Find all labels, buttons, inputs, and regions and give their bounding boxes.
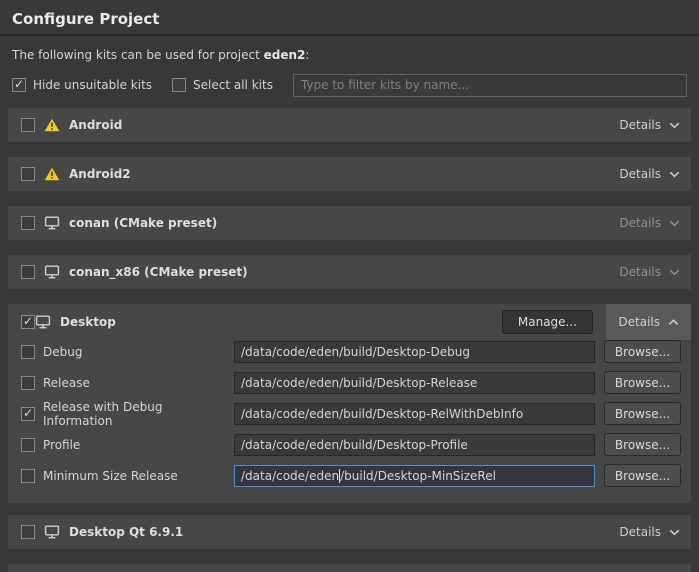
build-dir-input[interactable]: /data/code/eden/build/Desktop-RelWithDeb…	[234, 403, 595, 425]
details-button-disabled: Details	[619, 216, 680, 230]
chevron-down-icon	[661, 269, 680, 276]
select-all-label: Select all kits	[193, 78, 273, 92]
kit-checkbox[interactable]: ✓	[21, 118, 35, 132]
kit-filter-input[interactable]	[293, 74, 687, 97]
kit-panel-desktop: ✓ Desktop Manage... Details ✓ Debug /dat…	[8, 304, 691, 503]
hide-unsuitable-kits-option[interactable]: ✓ Hide unsuitable kits	[12, 78, 152, 92]
config-checkbox[interactable]: ✓	[21, 345, 35, 359]
kit-name: Android	[69, 118, 122, 132]
kit-checkbox[interactable]: ✓	[21, 525, 35, 539]
kit-row-conan: ✓ conan (CMake preset) Details	[8, 206, 691, 240]
desktop-icon	[35, 315, 51, 329]
warning-icon	[44, 167, 60, 181]
details-button[interactable]: Details	[619, 118, 680, 132]
kit-name: conan_x86 (CMake preset)	[69, 265, 248, 279]
hide-unsuitable-checkbox[interactable]: ✓	[12, 78, 26, 92]
hide-unsuitable-label: Hide unsuitable kits	[33, 78, 152, 92]
config-checkbox[interactable]: ✓	[21, 407, 35, 421]
config-checkbox[interactable]: ✓	[21, 438, 35, 452]
browse-button[interactable]: Browse...	[604, 371, 681, 394]
select-all-checkbox[interactable]: ✓	[172, 78, 186, 92]
kit-name: Desktop Qt 6.9.1	[69, 525, 183, 539]
kit-row-desktop: ✓ Desktop Manage... Details	[8, 304, 691, 340]
config-label: Minimum Size Release	[43, 469, 178, 483]
desktop-icon	[44, 216, 60, 230]
kit-row-conan-x86: ✓ conan_x86 (CMake preset) Details	[8, 255, 691, 289]
chevron-up-icon	[660, 319, 679, 326]
kit-name: Android2	[69, 167, 131, 181]
build-config-row-profile: ✓ Profile /data/code/eden/build/Desktop-…	[21, 433, 681, 456]
config-label: Profile	[43, 438, 80, 452]
check-icon: ✓	[14, 78, 24, 90]
config-label: Release	[43, 376, 90, 390]
browse-button[interactable]: Browse...	[604, 464, 681, 487]
config-checkbox[interactable]: ✓	[21, 376, 35, 390]
chevron-down-icon	[661, 529, 680, 536]
select-all-kits-option[interactable]: ✓ Select all kits	[172, 78, 273, 92]
kit-filter-bar: ✓ Hide unsuitable kits ✓ Select all kits	[12, 73, 687, 97]
build-dir-input-focused[interactable]: /data/code/eden/build/Desktop-MinSizeRel	[234, 465, 595, 487]
intro-text: The following kits can be used for proje…	[12, 48, 687, 62]
kit-checkbox[interactable]: ✓	[21, 167, 35, 181]
details-button[interactable]: Details	[619, 167, 680, 181]
desktop-icon	[44, 265, 60, 279]
chevron-down-icon	[661, 220, 680, 227]
browse-button[interactable]: Browse...	[604, 340, 681, 363]
details-button[interactable]: Details	[619, 525, 680, 539]
desktop-icon	[44, 525, 60, 539]
build-dir-input[interactable]: /data/code/eden/build/Desktop-Debug	[234, 341, 595, 363]
kit-name: Desktop	[60, 315, 116, 329]
warning-icon	[44, 118, 60, 132]
intro-prefix: The following kits can be used for proje…	[12, 48, 264, 62]
build-config-row-debug: ✓ Debug /data/code/eden/build/Desktop-De…	[21, 340, 681, 363]
intro-suffix: :	[305, 48, 309, 62]
details-button-disabled: Details	[619, 265, 680, 279]
config-checkbox[interactable]: ✓	[21, 469, 35, 483]
config-label: Release with Debug Information	[43, 400, 234, 428]
chevron-down-icon	[661, 122, 680, 129]
build-config-row-relwithdebinfo: ✓ Release with Debug Information /data/c…	[21, 402, 681, 425]
kit-checkbox[interactable]: ✓	[21, 315, 35, 329]
page-title: Configure Project	[12, 10, 687, 28]
kit-checkbox[interactable]: ✓	[21, 216, 35, 230]
project-name: eden2	[264, 48, 306, 62]
config-label: Debug	[43, 345, 82, 359]
build-dir-input[interactable]: /data/code/eden/build/Desktop-Profile	[234, 434, 595, 456]
kit-checkbox[interactable]: ✓	[21, 265, 35, 279]
details-button-expanded[interactable]: Details	[606, 304, 691, 340]
browse-button[interactable]: Browse...	[604, 402, 681, 425]
kit-row-desktop-qt: ✓ Desktop Qt 6.9.1 Details	[8, 515, 691, 549]
next-kit-row-partial	[8, 564, 691, 572]
kit-name: conan (CMake preset)	[69, 216, 217, 230]
kit-list: ✓ Android Details ✓ Android2 Details ✓	[0, 108, 699, 572]
build-dir-input[interactable]: /data/code/eden/build/Desktop-Release	[234, 372, 595, 394]
build-config-row-release: ✓ Release /data/code/eden/build/Desktop-…	[21, 371, 681, 394]
kit-row-android2: ✓ Android2 Details	[8, 157, 691, 191]
manage-button[interactable]: Manage...	[502, 310, 593, 334]
dialog-header: Configure Project	[0, 0, 699, 36]
browse-button[interactable]: Browse...	[604, 433, 681, 456]
chevron-down-icon	[661, 171, 680, 178]
kit-row-android: ✓ Android Details	[8, 108, 691, 142]
build-config-row-minsizerel: ✓ Minimum Size Release /data/code/eden/b…	[21, 464, 681, 487]
